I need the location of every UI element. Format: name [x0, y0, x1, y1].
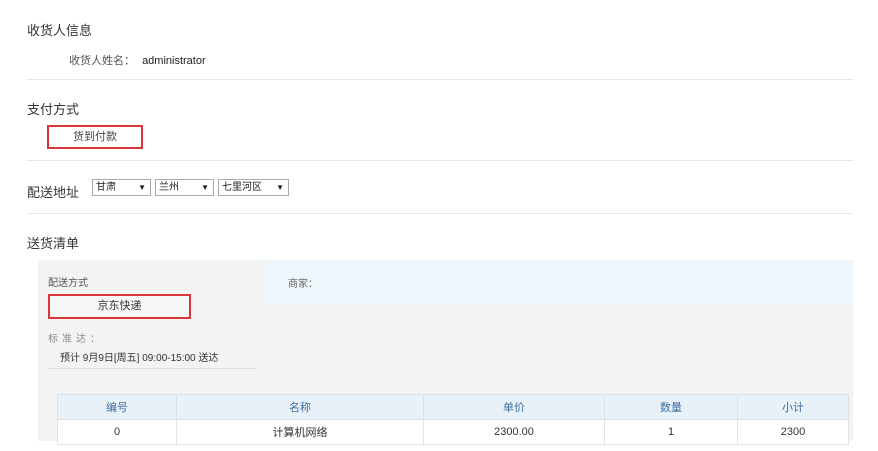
shipping-method-label: 配送方式	[48, 278, 88, 289]
delivery-eta: 预计 9月9日[周五] 09:00-15:00 送达	[60, 353, 219, 364]
address-label: 配送地址	[27, 185, 80, 200]
chevron-down-icon: ▼	[276, 183, 284, 192]
cell-price: 2300.00	[423, 419, 605, 445]
cell-subtotal: 2300	[737, 419, 849, 445]
standard-delivery-label: 标准达：	[48, 334, 104, 345]
receiver-name-row: 收货人姓名： administrator	[69, 52, 206, 68]
column-header-quantity: 数量	[604, 394, 738, 420]
merchant-label: 商家：	[288, 279, 318, 290]
chevron-down-icon: ▼	[138, 183, 146, 192]
delivery-list-panel: 配送方式 京东快递 标准达： 预计 9月9日[周五] 09:00-15:00 送…	[38, 260, 853, 445]
divider	[48, 368, 256, 369]
column-header-price: 单价	[423, 394, 605, 420]
receiver-name-label: 收货人姓名：	[69, 55, 135, 67]
cell-name: 计算机网络	[176, 419, 424, 445]
receiver-section-title: 收货人信息	[27, 23, 93, 38]
receiver-name-value: administrator	[142, 55, 206, 67]
province-value: 甘肃	[96, 182, 116, 193]
chevron-down-icon: ▼	[201, 183, 209, 192]
divider	[27, 213, 853, 214]
delivery-section-title: 送货清单	[27, 236, 80, 251]
divider	[27, 160, 853, 161]
province-select[interactable]: 甘肃 ▼	[92, 179, 151, 196]
table-header-row: 编号 名称 单价 数量 小计	[57, 394, 849, 420]
city-select[interactable]: 兰州 ▼	[155, 179, 214, 196]
shipping-options: 配送方式 京东快递 标准达： 预计 9月9日[周五] 09:00-15:00 送…	[38, 260, 264, 370]
district-value: 七里河区	[222, 182, 262, 193]
merchant-info: 商家：	[264, 260, 853, 304]
column-header-subtotal: 小计	[737, 394, 849, 420]
shipping-method-jd-express[interactable]: 京东快递	[48, 294, 191, 319]
table-row: 0 计算机网络 2300.00 1 2300	[57, 419, 849, 445]
cell-quantity: 1	[604, 419, 738, 445]
cell-id: 0	[57, 419, 177, 445]
column-header-name: 名称	[176, 394, 424, 420]
order-confirm-panel: 收货人信息 收货人姓名： administrator 支付方式 货到付款 配送地…	[10, 8, 853, 445]
divider	[27, 79, 853, 80]
payment-section-title: 支付方式	[27, 102, 80, 117]
city-value: 兰州	[159, 182, 179, 193]
payment-method-cod-option[interactable]: 货到付款	[47, 125, 143, 149]
column-header-id: 编号	[57, 394, 177, 420]
district-select[interactable]: 七里河区 ▼	[218, 179, 289, 196]
items-table: 编号 名称 单价 数量 小计 0 计算机网络 2300.00 1 2300	[57, 394, 849, 445]
